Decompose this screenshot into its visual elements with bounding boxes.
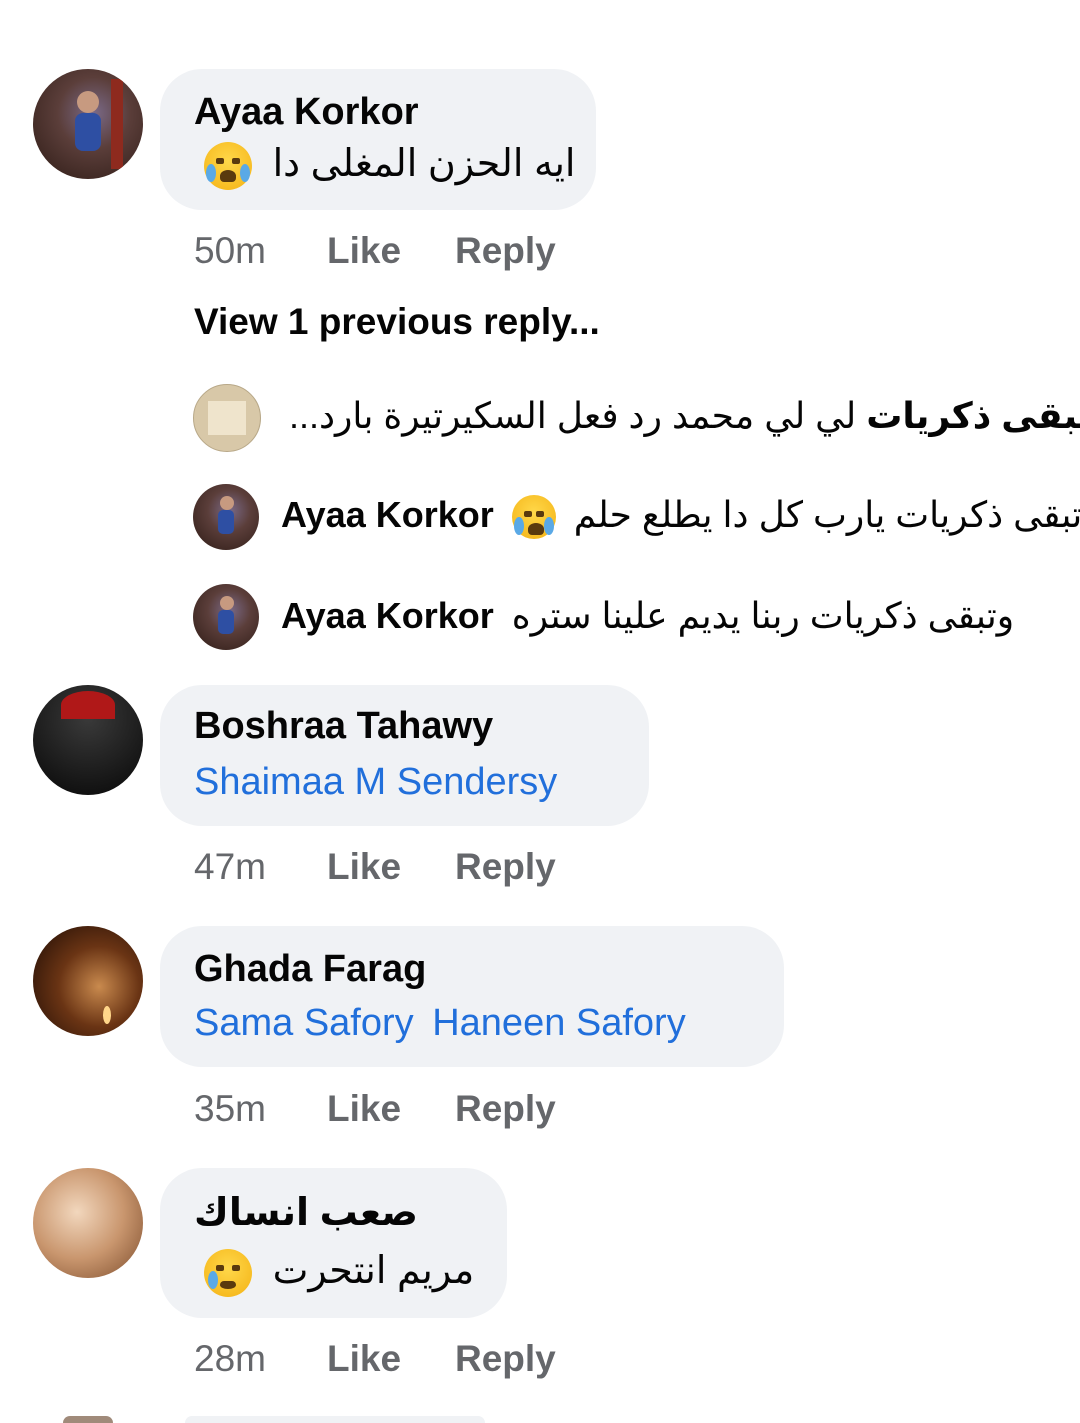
like-button[interactable]: Like xyxy=(327,1338,401,1380)
reply-button[interactable]: Reply xyxy=(455,1338,556,1380)
comment-author[interactable]: Boshraa Tahawy xyxy=(194,705,493,748)
tagged-user[interactable]: Haneen Safory xyxy=(432,1002,686,1044)
like-button[interactable]: Like xyxy=(327,846,401,888)
comment-text: مريم انتحرت xyxy=(272,1250,475,1292)
loudly-crying-face-icon xyxy=(511,495,556,540)
comment-time[interactable]: 35m xyxy=(194,1088,266,1130)
avatar[interactable] xyxy=(33,926,143,1036)
avatar[interactable] xyxy=(193,384,261,452)
comment-author[interactable]: Ayaa Korkor xyxy=(194,91,419,134)
reply-button[interactable]: Reply xyxy=(455,1088,556,1130)
comment-text: ايه الحزن المغلى دا xyxy=(272,143,576,185)
comment-author[interactable]: Ghada Farag xyxy=(194,948,426,991)
comment-bubble: Ayaa Korkor ايه الحزن المغلى دا xyxy=(160,69,596,210)
view-previous-replies[interactable]: View 1 previous reply... xyxy=(194,301,600,343)
tagged-users-row: Sama Safory Haneen Safory xyxy=(194,1002,686,1045)
tagged-user[interactable]: Sama Safory xyxy=(194,1002,414,1044)
reply-row: Ayaa Korkor وتبقى ذكريات يارب كل دا يطلع… xyxy=(281,494,1080,540)
reply-text: وتبقى ذكريات ربنا يديم علينا ستره xyxy=(511,595,1015,636)
reply-author[interactable]: وتبقى ذكريات xyxy=(866,395,1080,436)
comment-time[interactable]: 47m xyxy=(194,846,266,888)
reply-text: لي لي محمد رد فعل السكيرتيرة بارد... xyxy=(289,395,857,436)
loudly-crying-face-icon xyxy=(204,141,252,190)
next-bubble-edge xyxy=(185,1416,485,1423)
like-button[interactable]: Like xyxy=(327,1088,401,1130)
next-avatar-edge xyxy=(63,1416,113,1423)
comment-bubble: Ghada Farag Sama Safory Haneen Safory xyxy=(160,926,784,1067)
avatar[interactable] xyxy=(33,1168,143,1278)
avatar[interactable] xyxy=(193,484,259,550)
reply-row: وتبقى ذكريات لي لي محمد رد فعل السكيرتير… xyxy=(281,395,1080,437)
sad-but-relieved-face-icon xyxy=(204,1248,252,1297)
like-button[interactable]: Like xyxy=(327,230,401,272)
reply-author[interactable]: Ayaa Korkor xyxy=(281,494,494,535)
avatar[interactable] xyxy=(33,685,143,795)
comment-bubble: Boshraa Tahawy Shaimaa M Sendersy xyxy=(160,685,649,826)
reply-button[interactable]: Reply xyxy=(455,230,556,272)
comment-text-row: ايه الحزن المغلى دا xyxy=(204,141,575,190)
reply-author[interactable]: Ayaa Korkor xyxy=(281,595,494,636)
comment-author[interactable]: صعب انساك xyxy=(194,1190,418,1235)
reply-button[interactable]: Reply xyxy=(455,846,556,888)
comment-time[interactable]: 50m xyxy=(194,230,266,272)
avatar[interactable] xyxy=(33,69,143,179)
comment-text-row: مريم انتحرت xyxy=(204,1248,474,1297)
comment-bubble: صعب انساك مريم انتحرت xyxy=(160,1168,507,1318)
avatar[interactable] xyxy=(193,584,259,650)
reply-row: Ayaa Korkor وتبقى ذكريات ربنا يديم علينا… xyxy=(281,595,1014,637)
comment-time[interactable]: 28m xyxy=(194,1338,266,1380)
reply-text: وتبقى ذكريات يارب كل دا يطلع حلم xyxy=(573,494,1080,535)
tagged-user[interactable]: Shaimaa M Sendersy xyxy=(194,761,557,804)
